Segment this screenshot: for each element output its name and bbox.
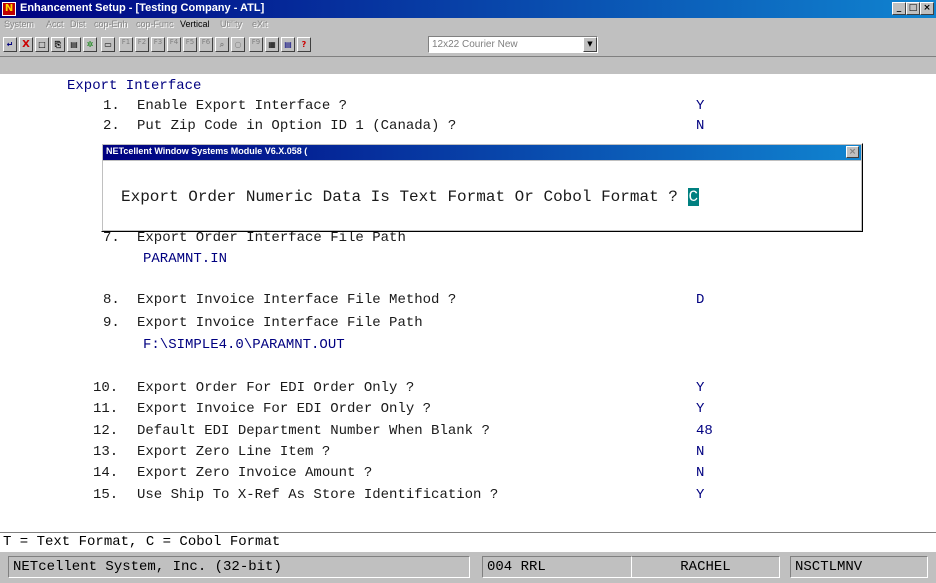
status-code: 004 RRL (482, 556, 632, 578)
list-icon[interactable]: ▤ (281, 37, 295, 52)
item-label: Export Zero Invoice Amount ? (137, 465, 373, 481)
item-label: Export Invoice Interface File Method ? (137, 292, 457, 308)
item-value[interactable]: N (696, 465, 704, 481)
window-title: Enhancement Setup - [Testing Company - A… (20, 2, 265, 14)
binoculars-icon[interactable]: ⌕ (215, 37, 229, 52)
format-dialog: NETcellent Window Systems Module V6.X.05… (101, 143, 863, 232)
format-input[interactable]: C (687, 188, 700, 206)
item-label: Enable Export Interface ? (137, 98, 348, 114)
menu-cop-func[interactable]: cop-Func (136, 19, 174, 29)
f6-key-button[interactable]: F6 (199, 37, 213, 52)
item-label: Export Invoice For EDI Order Only ? (137, 401, 432, 417)
dialog-body: Export Order Numeric Data Is Text Format… (103, 161, 861, 230)
app-icon[interactable]: N (2, 2, 16, 16)
item-label: Default EDI Department Number When Blank… (137, 423, 490, 439)
notes-icon[interactable]: ▦ (265, 37, 279, 52)
item-label: Export Zero Line Item ? (137, 444, 331, 460)
close-button[interactable]: × (920, 2, 934, 15)
menu-vertical[interactable]: Vertical (180, 19, 210, 29)
section-heading: Export Interface (67, 78, 202, 94)
hint-text: T = Text Format, C = Cobol Format (3, 534, 281, 550)
menu-dist[interactable]: Dist (70, 19, 86, 29)
item-number: 1. (103, 98, 120, 114)
item-label: Export Order Interface File Path (137, 230, 406, 246)
font-selector-value: 12x22 Courier New (432, 39, 518, 50)
item-number: 13. (93, 444, 119, 460)
item-number: 8. (103, 292, 120, 308)
settings-icon[interactable]: ✲ (83, 37, 97, 52)
item-label: Put Zip Code in Option ID 1 (Canada) ? (137, 118, 457, 134)
dialog-title-bar: NETcellent Window Systems Module V6.X.05… (103, 145, 861, 160)
search-icon[interactable]: ○ (231, 37, 245, 52)
item-number: 9. (103, 315, 120, 331)
paste-icon[interactable]: ▤ (67, 37, 81, 52)
status-program: NSCTLMNV (790, 556, 928, 578)
item-label: Export Order For EDI Order Only ? (137, 380, 415, 396)
item-number: 7. (103, 230, 120, 246)
menu-cop-enh[interactable]: cop-Enh (94, 19, 128, 29)
toolbar: ↵ X □ ⎘ ▤ ✲ ▭ F1 F2 F3 F4 F5 F6 ⌕ ○ F9 ▦… (0, 34, 936, 57)
menu-acct[interactable]: Acct (46, 19, 64, 29)
chevron-down-icon[interactable]: ▼ (583, 37, 597, 52)
maximize-button[interactable]: □ (906, 2, 920, 15)
item-value[interactable]: N (696, 444, 704, 460)
f4-key-button[interactable]: F4 (167, 37, 181, 52)
menu-system[interactable]: System (4, 19, 34, 29)
dialog-title: NETcellent Window Systems Module V6.X.05… (106, 146, 308, 156)
item-value[interactable]: Y (696, 98, 704, 114)
item-path-value[interactable]: PARAMNT.IN (143, 251, 227, 267)
item-value[interactable]: N (696, 118, 704, 134)
status-company: NETcellent System, Inc. (32-bit) (8, 556, 470, 578)
status-user: RACHEL (632, 556, 780, 578)
dialog-prompt-text: Export Order Numeric Data Is Text Format… (121, 188, 688, 206)
printer-icon[interactable]: ▭ (101, 37, 115, 52)
menu-bar: System Acct Dist cop-Enh cop-Func Vertic… (0, 18, 936, 34)
f2-key-button[interactable]: F2 (135, 37, 149, 52)
help-icon[interactable]: ? (297, 37, 311, 52)
new-icon[interactable]: □ (35, 37, 49, 52)
item-value[interactable]: Y (696, 401, 704, 417)
item-number: 12. (93, 423, 119, 439)
status-bar: NETcellent System, Inc. (32-bit) 004 RRL… (0, 552, 936, 583)
font-selector[interactable]: 12x22 Courier New ▼ (428, 36, 598, 53)
item-label: Use Ship To X-Ref As Store Identificatio… (137, 487, 499, 503)
menu-exit[interactable]: eXit (252, 19, 268, 29)
f3-key-button[interactable]: F3 (151, 37, 165, 52)
cancel-icon[interactable]: X (19, 37, 33, 52)
item-label: Export Invoice Interface File Path (137, 315, 423, 331)
item-value[interactable]: Y (696, 487, 704, 503)
item-number: 11. (93, 401, 119, 417)
title-bar: N Enhancement Setup - [Testing Company -… (0, 0, 936, 18)
minimize-button[interactable]: _ (892, 2, 906, 15)
item-number: 2. (103, 118, 120, 134)
dialog-close-button[interactable]: × (846, 146, 859, 158)
item-path-value[interactable]: F:\SIMPLE4.0\PARAMNT.OUT (143, 337, 345, 353)
item-value[interactable]: 48 (696, 423, 713, 439)
item-value[interactable]: Y (696, 380, 704, 396)
enter-icon[interactable]: ↵ (3, 37, 17, 52)
item-number: 15. (93, 487, 119, 503)
f1-key-button[interactable]: F1 (119, 37, 133, 52)
dialog-prompt: Export Order Numeric Data Is Text Format… (121, 188, 700, 206)
item-value[interactable]: D (696, 292, 704, 308)
copy-icon[interactable]: ⎘ (51, 37, 65, 52)
item-number: 14. (93, 465, 119, 481)
f5-key-button[interactable]: F5 (183, 37, 197, 52)
item-number: 10. (93, 380, 119, 396)
f9-key-button[interactable]: F9 (249, 37, 263, 52)
menu-utility[interactable]: Utility (220, 19, 242, 29)
hint-bar: T = Text Format, C = Cobol Format (0, 532, 936, 553)
